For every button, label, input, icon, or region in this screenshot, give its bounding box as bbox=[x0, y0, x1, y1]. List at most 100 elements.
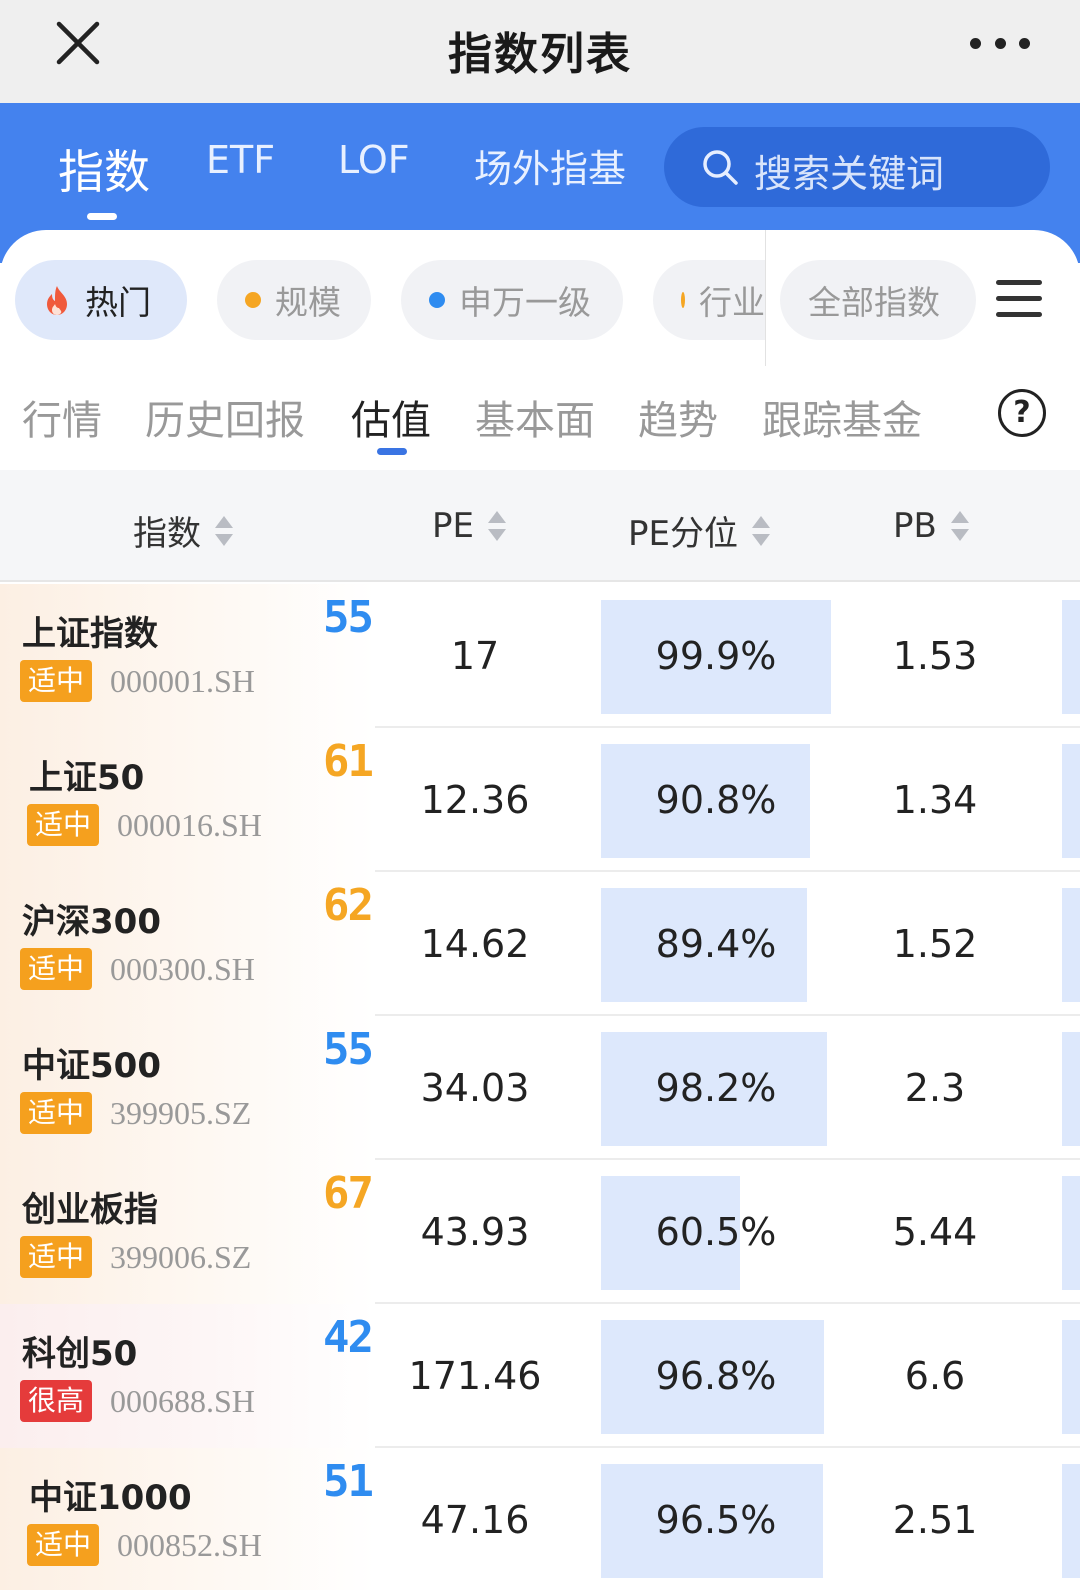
pe-percentile-value: 90.8% bbox=[655, 778, 777, 822]
category-hot[interactable]: 热门 bbox=[15, 260, 187, 340]
fire-icon bbox=[47, 286, 67, 315]
subtab-market[interactable]: 行情 bbox=[22, 388, 102, 446]
index-name: 中证1000 bbox=[29, 1478, 192, 1518]
column-pb[interactable]: PB bbox=[893, 506, 969, 546]
pe-value: 17 bbox=[450, 634, 500, 678]
active-tab-indicator bbox=[87, 213, 117, 220]
category-dot-icon bbox=[245, 292, 261, 308]
page-title: 指数列表 bbox=[448, 29, 632, 80]
index-code: 399006.SZ bbox=[110, 1239, 252, 1275]
index-name-cell: 沪深300 适中 000300.SH 62 bbox=[0, 872, 375, 1016]
pb-value: 2.3 bbox=[904, 1066, 966, 1110]
category-scale[interactable]: 规模 bbox=[217, 260, 371, 340]
category-dot-icon bbox=[429, 292, 445, 308]
subtab-valuation[interactable]: 估值 bbox=[351, 388, 431, 446]
tab-etf[interactable]: ETF bbox=[206, 138, 275, 182]
subtab-tracking-funds[interactable]: 跟踪基金 bbox=[762, 388, 922, 446]
next-column-bar bbox=[1062, 1032, 1080, 1146]
category-hot-label: 热门 bbox=[85, 283, 151, 322]
pb-value: 1.34 bbox=[892, 778, 978, 822]
pe-percentile-value: 98.2% bbox=[655, 1066, 777, 1110]
valuation-score: 51 bbox=[323, 1456, 374, 1507]
index-name-cell: 上证50 适中 000016.SH 61 bbox=[0, 728, 375, 872]
subtab-fundamentals[interactable]: 基本面 bbox=[475, 388, 595, 446]
index-name: 上证50 bbox=[29, 758, 145, 798]
search-input[interactable]: 搜索关键词 bbox=[664, 127, 1050, 207]
subtab-history-return[interactable]: 历史回报 bbox=[145, 388, 305, 446]
category-industry-label: 行业 bbox=[699, 283, 765, 322]
search-placeholder: 搜索关键词 bbox=[754, 152, 945, 196]
valuation-score: 55 bbox=[323, 592, 374, 643]
category-sw-level1-label: 申万一级 bbox=[459, 283, 591, 322]
index-name-cell: 创业板指 适中 399006.SZ 67 bbox=[0, 1160, 375, 1304]
pb-value: 1.53 bbox=[892, 634, 978, 678]
next-column-bar bbox=[1062, 600, 1080, 714]
sort-icon bbox=[752, 514, 770, 548]
valuation-score: 61 bbox=[323, 736, 374, 787]
more-options-button[interactable] bbox=[970, 28, 1030, 58]
pe-percentile-value: 96.8% bbox=[655, 1354, 777, 1398]
tab-index[interactable]: 指数 bbox=[58, 136, 150, 202]
category-dot-icon bbox=[681, 292, 685, 308]
table-row[interactable]: 上证指数 适中 000001.SH 55 17 99.9% 1.53 bbox=[0, 584, 1080, 728]
pb-value: 2.51 bbox=[892, 1498, 978, 1542]
next-column-bar bbox=[1062, 744, 1080, 858]
index-code: 000016.SH bbox=[117, 807, 262, 843]
pe-percentile-value: 99.9% bbox=[655, 634, 777, 678]
valuation-badge: 适中 bbox=[20, 948, 93, 990]
table-row[interactable]: 中证500 适中 399905.SZ 55 34.03 98.2% 2.3 bbox=[0, 1016, 1080, 1160]
index-code: 000688.SH bbox=[110, 1383, 255, 1419]
index-name: 上证指数 bbox=[22, 614, 158, 654]
next-column-bar bbox=[1062, 888, 1080, 1002]
table-row[interactable]: 中证1000 适中 000852.SH 51 47.16 96.5% 2.51 bbox=[0, 1448, 1080, 1590]
column-pe-percentile[interactable]: PE分位 bbox=[628, 506, 770, 555]
pe-percentile-value: 89.4% bbox=[655, 922, 777, 966]
next-column-bar bbox=[1062, 1320, 1080, 1434]
table-row[interactable]: 沪深300 适中 000300.SH 62 14.62 89.4% 1.52 bbox=[0, 872, 1080, 1016]
pe-percentile-value: 60.5% bbox=[655, 1210, 777, 1254]
column-index[interactable]: 指数 bbox=[133, 506, 233, 555]
category-all-indices[interactable]: 全部指数 bbox=[780, 260, 976, 340]
valuation-score: 55 bbox=[323, 1024, 374, 1075]
index-name: 创业板指 bbox=[22, 1190, 158, 1230]
pe-value: 171.46 bbox=[408, 1354, 542, 1398]
index-code: 399905.SZ bbox=[110, 1095, 252, 1131]
pe-value: 43.93 bbox=[420, 1210, 530, 1254]
table-row[interactable]: 上证50 适中 000016.SH 61 12.36 90.8% 1.34 bbox=[0, 728, 1080, 872]
pe-value: 34.03 bbox=[420, 1066, 530, 1110]
subtab-trend[interactable]: 趋势 bbox=[638, 388, 718, 446]
pe-percentile-value: 96.5% bbox=[655, 1498, 777, 1542]
category-industry[interactable]: 行业 bbox=[653, 260, 765, 340]
index-code: 000852.SH bbox=[117, 1527, 262, 1563]
index-name: 科创50 bbox=[22, 1334, 138, 1374]
sort-icon bbox=[488, 509, 506, 543]
help-icon[interactable]: ? bbox=[998, 389, 1046, 437]
next-column-bar bbox=[1062, 1176, 1080, 1290]
divider bbox=[765, 230, 766, 366]
pe-value: 12.36 bbox=[420, 778, 530, 822]
valuation-score: 42 bbox=[323, 1312, 374, 1363]
table-row[interactable]: 科创50 很高 000688.SH 42 171.46 96.8% 6.6 bbox=[0, 1304, 1080, 1448]
category-sw-level1[interactable]: 申万一级 bbox=[401, 260, 623, 340]
tab-otc-index-fund[interactable]: 场外指基 bbox=[474, 138, 626, 193]
column-pe[interactable]: PE bbox=[432, 506, 506, 546]
more-dots-icon bbox=[970, 37, 981, 49]
top-bar: 指数列表 bbox=[0, 0, 1080, 103]
table-row[interactable]: 创业板指 适中 399006.SZ 67 43.93 60.5% 5.44 bbox=[0, 1160, 1080, 1304]
pb-value: 6.6 bbox=[904, 1354, 966, 1398]
menu-icon[interactable] bbox=[996, 280, 1042, 320]
index-code: 000001.SH bbox=[110, 663, 255, 699]
index-name-cell: 科创50 很高 000688.SH 42 bbox=[0, 1304, 375, 1448]
table-header: 指数 PE PE分位 PB bbox=[0, 470, 1080, 582]
index-name-cell: 中证500 适中 399905.SZ 55 bbox=[0, 1016, 375, 1160]
valuation-badge: 适中 bbox=[20, 1236, 93, 1278]
pe-value: 47.16 bbox=[420, 1498, 530, 1542]
next-column-bar bbox=[1062, 1464, 1080, 1578]
tab-lof[interactable]: LOF bbox=[338, 138, 410, 182]
pb-value: 1.52 bbox=[892, 922, 978, 966]
index-name: 沪深300 bbox=[22, 902, 161, 942]
index-name-cell: 上证指数 适中 000001.SH 55 bbox=[0, 584, 375, 728]
index-name: 中证500 bbox=[22, 1046, 161, 1086]
index-code: 000300.SH bbox=[110, 951, 255, 987]
valuation-badge: 很高 bbox=[20, 1380, 93, 1422]
